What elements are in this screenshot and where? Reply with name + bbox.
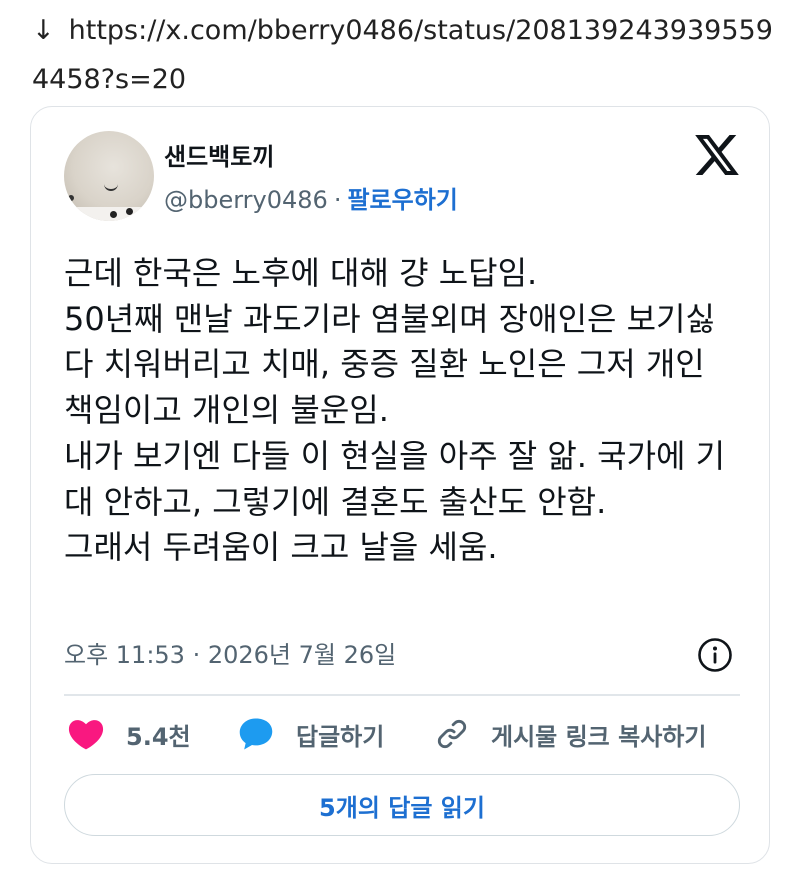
speech-bubble-icon — [239, 718, 273, 750]
display-name[interactable]: 샌드백토끼 — [164, 137, 274, 172]
tweet-actions: 5.4천 답글하기 게시물 링크 복사하기 — [64, 709, 754, 759]
tweet-timestamp[interactable]: 오후 11:53 · 2026년 7월 26일 — [64, 635, 396, 670]
handle-row: @bberry0486 · 팔로우하기 — [164, 180, 458, 215]
url-bar[interactable]: ↓ https://x.com/bberry0486/status/2081392… — [32, 6, 782, 104]
tweet-text-line: 근데 한국은 노후에 대해 걍 노답임. — [64, 254, 538, 292]
avatar[interactable] — [64, 131, 154, 221]
url-text[interactable]: https://x.com/bberry0486/status/20813924… — [32, 15, 773, 95]
reply-label: 답글하기 — [296, 722, 385, 751]
user-handle[interactable]: @bberry0486 — [164, 186, 328, 214]
link-icon — [437, 719, 467, 749]
x-logo-icon[interactable] — [695, 135, 739, 175]
heart-icon — [68, 720, 104, 750]
divider — [64, 694, 740, 696]
copy-link-label: 게시물 링크 복사하기 — [491, 722, 707, 751]
follow-button[interactable]: 팔로우하기 — [347, 186, 457, 214]
tweet-text: 근데 한국은 노후에 대해 걍 노답임. 50년째 맨날 과도기라 염불외며 장… — [64, 251, 744, 571]
like-count: 5.4천 — [126, 722, 191, 751]
tweet-text-line: 내가 보기엔 다들 이 현실을 아주 잘 앎. 국가에 기대 안하고, 그렇기에… — [64, 436, 726, 521]
handle-separator: · — [333, 186, 342, 214]
copy-link-button[interactable]: 게시물 링크 복사하기 — [435, 709, 706, 759]
tweet-text-line: 50년째 맨날 과도기라 염불외며 장애인은 보기싫다 치워버리고 치매, 중증… — [64, 299, 715, 430]
read-replies-button[interactable]: 5개의 답글 읽기 — [64, 774, 740, 836]
tweet-text-line: 그래서 두려움이 크고 날을 세움. — [64, 528, 498, 567]
like-button[interactable]: 5.4천 — [68, 709, 191, 759]
tweet-card: 샌드백토끼 @bberry0486 · 팔로우하기 근데 한국은 노후에 대해 걍 … — [30, 106, 770, 864]
reply-button[interactable]: 답글하기 — [238, 709, 384, 759]
info-icon[interactable] — [697, 637, 733, 673]
download-arrow-icon: ↓ — [32, 15, 55, 46]
